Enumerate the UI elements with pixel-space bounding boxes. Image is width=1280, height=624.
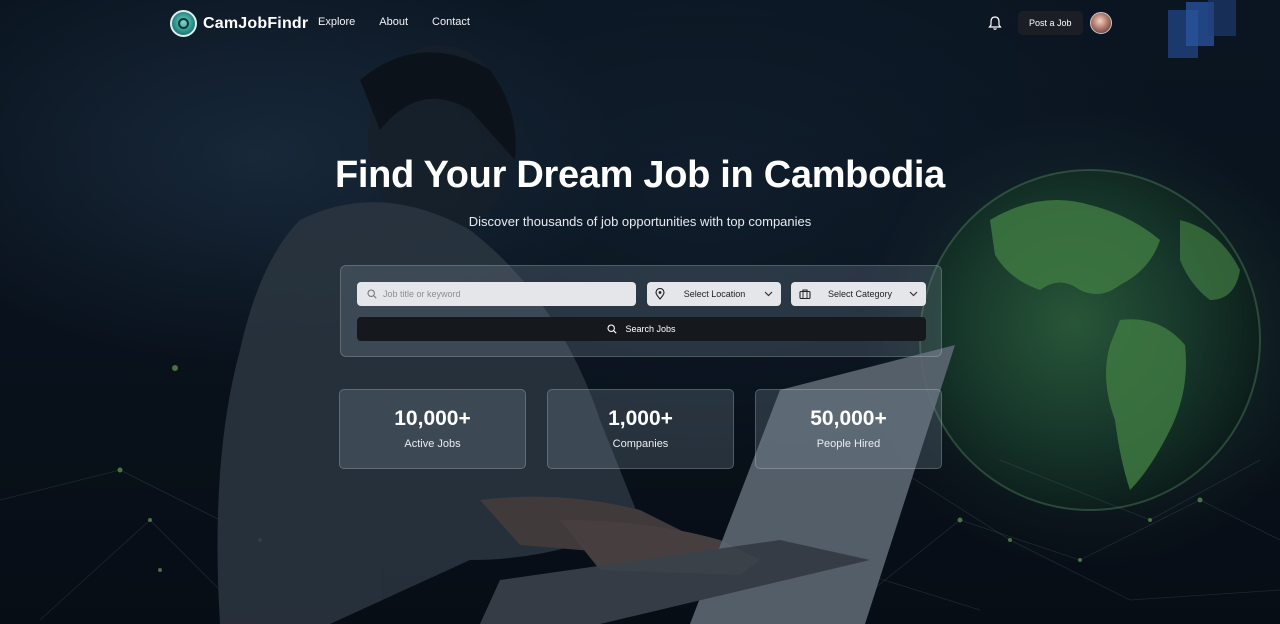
keyword-input[interactable] [383,289,623,299]
nav-link-contact[interactable]: Contact [432,16,470,28]
stat-card-companies: 1,000+ Companies [547,389,734,469]
location-select[interactable]: Select Location [647,282,781,306]
page-title: Find Your Dream Job in Cambodia [334,154,946,196]
map-pin-icon [655,288,665,300]
stat-card-active-jobs: 10,000+ Active Jobs [339,389,526,469]
briefcase-icon [799,289,811,299]
chevron-down-icon [909,291,918,297]
nav-link-explore[interactable]: Explore [318,16,355,28]
brand-logo[interactable]: CamJobFindr [170,10,308,37]
category-select-label: Select Category [827,289,893,299]
chevron-down-icon [764,291,773,297]
category-select[interactable]: Select Category [791,282,926,306]
stat-label: Active Jobs [404,438,461,450]
search-icon [367,289,377,299]
keyword-field[interactable] [357,282,636,306]
logo-icon [170,10,197,37]
stat-value: 10,000+ [394,407,471,430]
avatar[interactable] [1090,12,1112,34]
stat-card-people-hired: 50,000+ People Hired [755,389,942,469]
search-jobs-button[interactable]: Search Jobs [357,317,926,341]
search-icon [607,324,618,334]
search-jobs-label: Search Jobs [625,324,676,334]
post-job-button[interactable]: Post a Job [1018,11,1083,35]
brand-name: CamJobFindr [203,14,309,32]
location-select-label: Select Location [683,289,746,299]
nav-link-about[interactable]: About [379,16,408,28]
search-panel: Select Location Select Category Search J… [340,265,942,357]
stat-label: People Hired [816,438,881,450]
page-subtitle: Discover thousands of job opportunities … [468,214,812,229]
stat-value: 50,000+ [810,407,887,430]
top-nav: CamJobFindr Explore About Contact Post a… [0,0,1280,58]
nav-links: Explore About Contact [318,16,470,28]
stat-value: 1,000+ [608,407,673,430]
bell-icon[interactable] [988,15,1002,31]
corner-logo-icon [1168,0,1236,58]
stat-label: Companies [612,438,669,450]
